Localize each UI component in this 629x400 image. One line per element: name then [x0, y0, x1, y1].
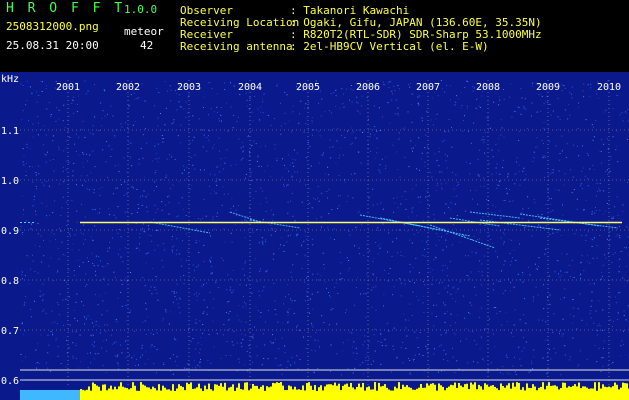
x-tick-label: 2010	[597, 82, 621, 93]
x-tick-label: 2005	[296, 82, 320, 93]
y-tick-label: 0.6	[1, 376, 19, 387]
spectrogram: kHz 2001 2002 2003 2004 2005 2006 2007 2008 2009…	[0, 72, 629, 400]
x-tick-label: 2004	[238, 82, 262, 93]
x-tick-label: 2008	[476, 82, 500, 93]
x-tick-label: 2009	[536, 82, 560, 93]
x-tick-label: 2006	[356, 82, 380, 93]
y-tick-label: 1.1	[1, 126, 19, 137]
spectrogram-background	[0, 72, 629, 400]
y-tick-label: 1.0	[1, 176, 19, 187]
x-tick-label: 2007	[416, 82, 440, 93]
y-tick-label: 0.9	[1, 226, 19, 237]
y-tick-label: 0.7	[1, 326, 19, 337]
y-tick-label: 0.8	[1, 276, 19, 287]
x-tick-label: 2003	[177, 82, 201, 93]
x-tick-label: 2002	[116, 82, 140, 93]
x-tick-label: 2001	[56, 82, 80, 93]
y-unit-label: kHz	[1, 74, 19, 85]
